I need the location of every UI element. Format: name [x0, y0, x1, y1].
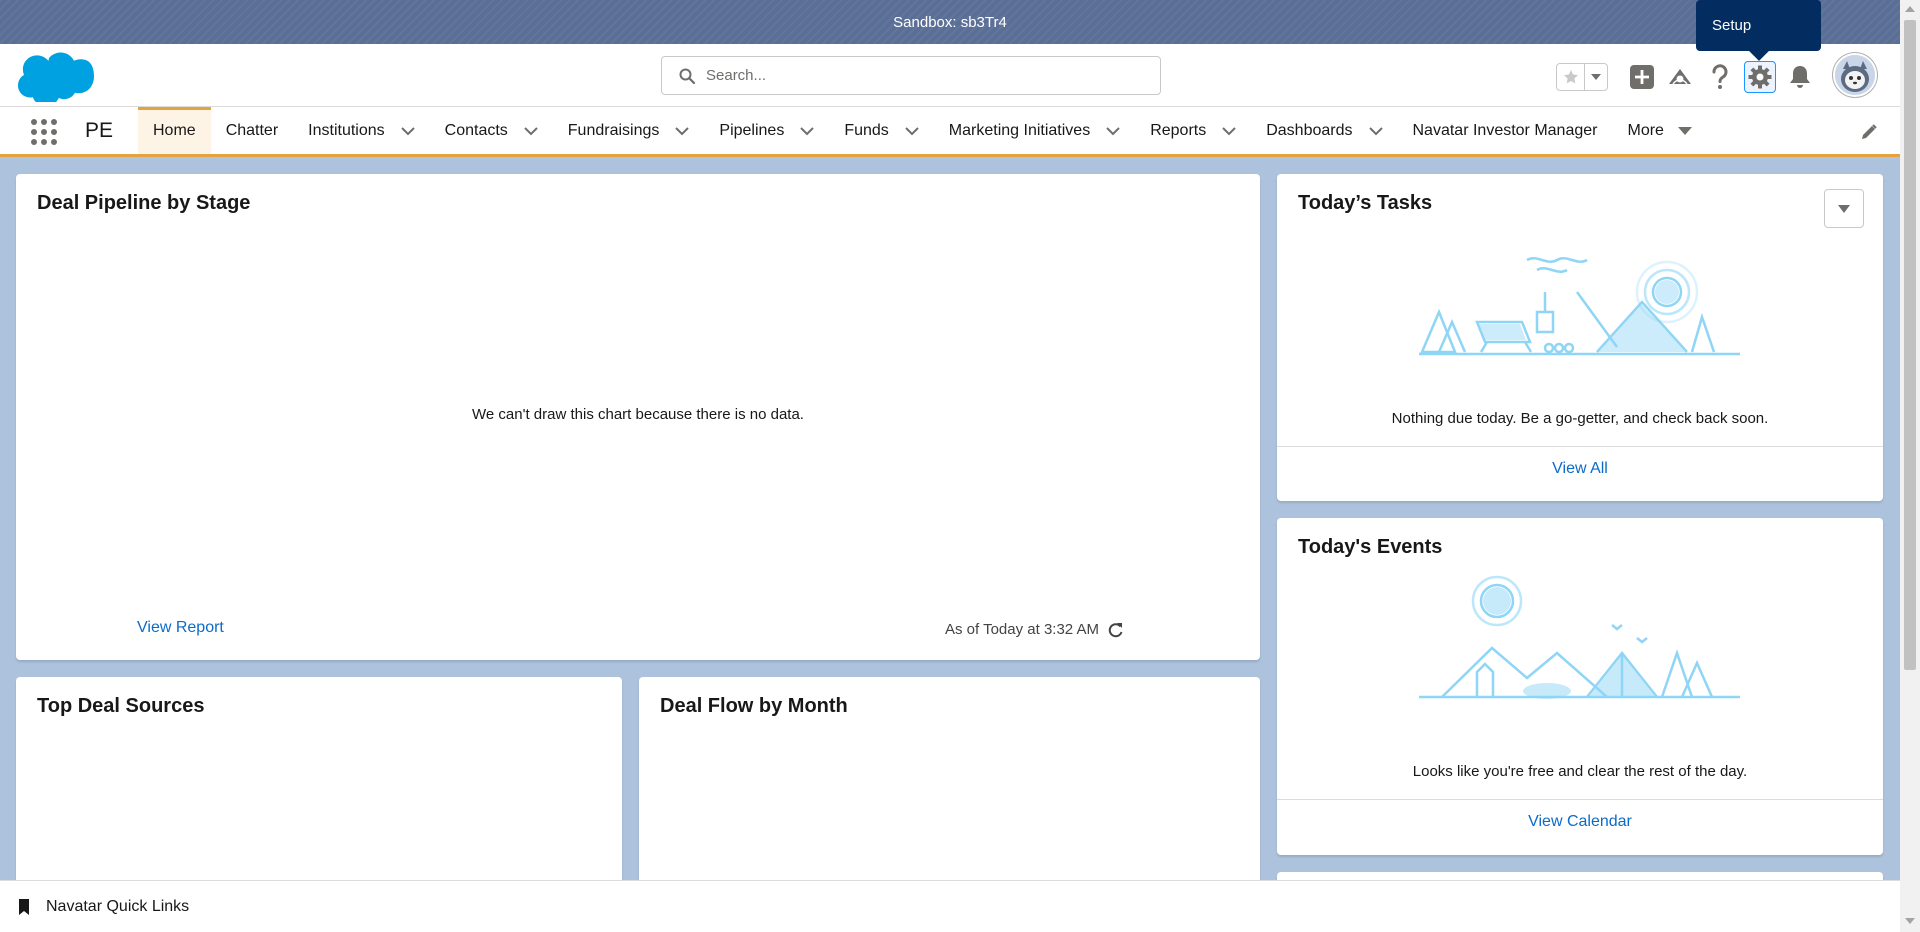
view-all-tasks-link[interactable]: View All — [1552, 460, 1608, 477]
as-of-timestamp: As of Today at 3:32 AM — [945, 621, 1099, 638]
deal-pipeline-title: Deal Pipeline by Stage — [37, 192, 251, 214]
chevron-down-icon[interactable] — [400, 126, 415, 136]
nav-item-label: Pipelines — [719, 121, 785, 139]
todays-tasks-card: Today’s Tasks Nothing due today. Be a go… — [1277, 174, 1883, 501]
chevron-down-icon[interactable] — [1106, 126, 1120, 136]
todays-tasks-title: Today’s Tasks — [1298, 192, 1433, 214]
nav-item-chatter[interactable]: Chatter — [211, 107, 293, 154]
caret-down-icon — [1677, 126, 1692, 135]
nav-item-home[interactable]: Home — [138, 107, 211, 154]
nav-item-navatar-investor-manager[interactable]: Navatar Investor Manager — [1398, 107, 1613, 154]
nav-item-label: Navatar Investor Manager — [1412, 121, 1598, 139]
nav-item-label: Home — [153, 121, 196, 139]
favorites-list-button[interactable] — [1585, 64, 1607, 90]
edit-nav-pencil-icon[interactable] — [1860, 123, 1878, 141]
gear-icon — [1748, 65, 1772, 89]
nav-item-pipelines[interactable]: Pipelines — [704, 107, 829, 154]
nav-item-dashboards[interactable]: Dashboards — [1251, 107, 1397, 154]
todays-events-card: Today's Events Looks like you're free an… — [1277, 518, 1883, 855]
chevron-down-icon[interactable] — [905, 126, 919, 136]
trailhead-button[interactable] — [1665, 62, 1695, 92]
plus-icon — [1630, 65, 1654, 89]
sandbox-banner-text: Sandbox: sb3Tr4 — [893, 13, 1007, 31]
trailhead-icon — [1669, 69, 1691, 85]
nav-items: Home Chatter Institutions Contacts Fundr… — [138, 107, 1707, 154]
nav-item-label: Institutions — [308, 121, 385, 139]
nav-item-reports[interactable]: Reports — [1135, 107, 1251, 154]
deal-pipeline-card: Deal Pipeline by Stage We can't draw thi… — [16, 174, 1260, 660]
scroll-down-icon[interactable] — [1905, 916, 1915, 926]
events-camping-illustration — [1419, 575, 1740, 699]
divider — [1277, 799, 1883, 800]
nav-item-institutions[interactable]: Institutions — [293, 107, 429, 154]
divider — [1277, 446, 1883, 447]
tooltip-text: Setup — [1712, 17, 1752, 34]
navigation-bar: PE Home Chatter Institutions Contacts Fu… — [0, 107, 1900, 157]
chevron-down-icon[interactable] — [800, 126, 815, 136]
chevron-down-icon[interactable] — [524, 126, 538, 136]
no-data-message: We can't draw this chart because there i… — [472, 406, 804, 423]
events-empty-message: Looks like you're free and clear the res… — [1412, 763, 1748, 780]
view-calendar-link[interactable]: View Calendar — [1528, 813, 1632, 830]
chevron-down-icon[interactable] — [1222, 126, 1236, 136]
salesforce-logo[interactable] — [18, 50, 94, 102]
global-actions-button[interactable] — [1627, 62, 1657, 92]
nav-item-contacts[interactable]: Contacts — [430, 107, 553, 154]
home-content: Deal Pipeline by Stage We can't draw thi… — [0, 160, 1900, 917]
astro-avatar-icon — [1835, 55, 1875, 95]
chevron-down-icon[interactable] — [1368, 126, 1383, 136]
sandbox-banner: Sandbox: sb3Tr4 — [0, 0, 1900, 44]
notifications-button[interactable] — [1785, 62, 1815, 92]
refresh-icon[interactable] — [1107, 622, 1124, 639]
help-icon — [1712, 64, 1728, 89]
utility-bar: Navatar Quick Links — [0, 880, 1900, 932]
chevron-down-icon — [1591, 74, 1601, 80]
global-header: Search... — [0, 44, 1900, 107]
search-placeholder: Search... — [706, 67, 767, 84]
todays-events-title: Today's Events — [1298, 536, 1443, 558]
scroll-up-icon[interactable] — [1905, 4, 1915, 14]
search-icon — [679, 68, 695, 84]
tasks-empty-message: Nothing due today. Be a go-getter, and c… — [1391, 410, 1769, 427]
page-scrollbar[interactable] — [1900, 0, 1920, 932]
navatar-quick-links[interactable]: Navatar Quick Links — [46, 898, 189, 916]
top-deal-sources-title: Top Deal Sources — [37, 695, 205, 717]
nav-item-label: Funds — [844, 121, 889, 139]
setup-tooltip: Setup — [1696, 0, 1821, 51]
bookmark-icon — [19, 898, 29, 915]
nav-item-label: Contacts — [444, 121, 508, 139]
nav-item-more[interactable]: More — [1612, 107, 1706, 154]
deal-flow-title: Deal Flow by Month — [660, 695, 848, 717]
app-name: PE — [85, 119, 114, 142]
view-report-link[interactable]: View Report — [137, 619, 224, 637]
help-button[interactable] — [1705, 62, 1735, 92]
app-launcher-icon[interactable] — [29, 117, 59, 147]
nav-item-marketing-initiatives[interactable]: Marketing Initiatives — [934, 107, 1135, 154]
bell-icon — [1790, 66, 1810, 88]
star-icon — [1563, 70, 1578, 84]
nav-item-label: Chatter — [225, 121, 279, 139]
global-search-input[interactable]: Search... — [661, 56, 1161, 95]
nav-item-label: More — [1627, 121, 1664, 139]
chevron-down-icon[interactable] — [675, 126, 690, 136]
favorite-star-button[interactable] — [1557, 64, 1585, 90]
scrollbar-thumb[interactable] — [1904, 20, 1916, 670]
tasks-menu-button[interactable] — [1824, 189, 1864, 228]
favorites-button-group — [1556, 63, 1608, 91]
nav-item-label: Dashboards — [1266, 121, 1353, 139]
chevron-down-icon — [1838, 204, 1850, 213]
setup-button[interactable] — [1744, 61, 1776, 93]
nav-item-funds[interactable]: Funds — [829, 107, 933, 154]
nav-item-label: Marketing Initiatives — [948, 121, 1091, 139]
user-avatar[interactable] — [1833, 53, 1877, 97]
tasks-camping-illustration — [1419, 257, 1740, 356]
nav-item-fundraisings[interactable]: Fundraisings — [553, 107, 705, 154]
nav-item-label: Fundraisings — [567, 121, 660, 139]
nav-item-label: Reports — [1150, 121, 1207, 139]
